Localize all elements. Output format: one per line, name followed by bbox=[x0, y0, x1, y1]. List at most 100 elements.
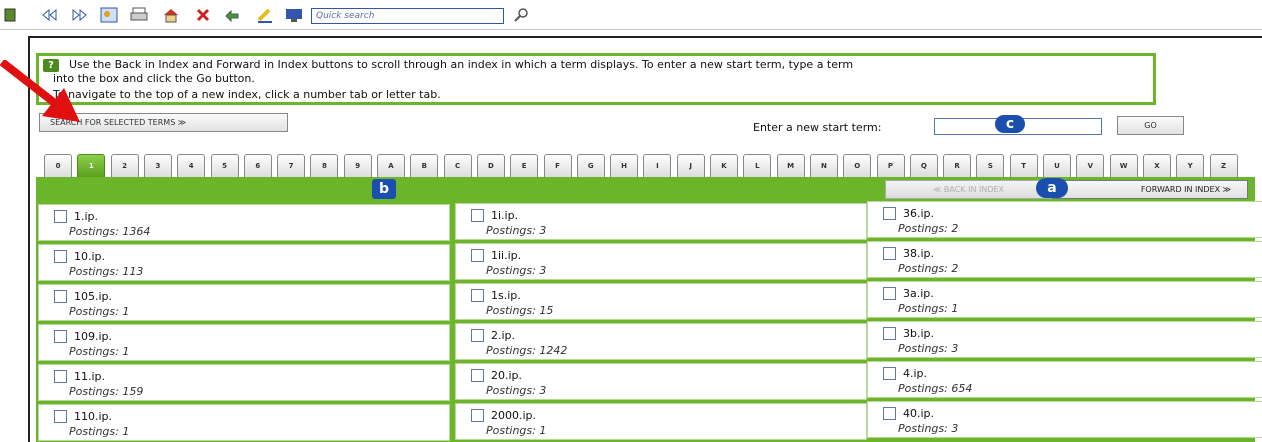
list-item: 20.ip. Postings: 3 bbox=[455, 363, 867, 400]
term-label: 105.ip. bbox=[74, 290, 113, 303]
tab-g[interactable]: G bbox=[576, 154, 605, 177]
tab-f[interactable]: F bbox=[543, 154, 572, 177]
tab-5[interactable]: 5 bbox=[210, 154, 239, 177]
term-checkbox[interactable] bbox=[54, 250, 67, 263]
list-item: 38.ip. Postings: 2 bbox=[867, 241, 1262, 278]
help-box: ? Use the Back in Index and Forward in I… bbox=[36, 53, 1156, 105]
term-label: 2000.ip. bbox=[491, 409, 537, 422]
term-label: 11.ip. bbox=[74, 370, 106, 383]
list-item: 40.ip. Postings: 3 bbox=[867, 401, 1262, 438]
postings-count: Postings: 1 bbox=[69, 305, 130, 318]
list-item: 109.ip. Postings: 1 bbox=[38, 324, 450, 361]
tab-j[interactable]: J bbox=[676, 154, 705, 177]
go-button[interactable]: GO bbox=[1117, 116, 1184, 135]
tab-1[interactable]: 1 bbox=[77, 154, 106, 177]
tab-k[interactable]: K bbox=[710, 154, 738, 177]
search-go-icon[interactable] bbox=[512, 6, 532, 24]
term-checkbox[interactable] bbox=[54, 290, 67, 303]
list-item: 1ii.ip. Postings: 3 bbox=[455, 243, 867, 280]
postings-count: Postings: 3 bbox=[898, 422, 959, 435]
first-icon[interactable] bbox=[39, 6, 59, 24]
tab-x[interactable]: X bbox=[1142, 154, 1171, 177]
tab-r[interactable]: R bbox=[943, 154, 972, 177]
postings-count: Postings: 3 bbox=[486, 224, 547, 237]
term-checkbox[interactable] bbox=[471, 209, 484, 222]
close-icon[interactable] bbox=[193, 6, 213, 24]
tab-6[interactable]: 6 bbox=[243, 154, 272, 177]
tab-b[interactable]: B bbox=[410, 154, 439, 177]
term-checkbox[interactable] bbox=[54, 410, 67, 423]
term-checkbox[interactable] bbox=[883, 367, 896, 380]
term-label: 3b.ip. bbox=[903, 327, 935, 340]
postings-count: Postings: 15 bbox=[486, 304, 554, 317]
print-icon[interactable] bbox=[129, 6, 149, 24]
list-item: 11.ip. Postings: 159 bbox=[38, 364, 450, 401]
tab-3[interactable]: 3 bbox=[143, 154, 172, 177]
quick-search-input[interactable] bbox=[311, 8, 504, 24]
postings-count: Postings: 3 bbox=[898, 342, 959, 355]
postings-count: Postings: 1 bbox=[486, 424, 547, 437]
term-checkbox[interactable] bbox=[883, 207, 896, 220]
tab-n[interactable]: N bbox=[809, 154, 838, 177]
tab-2[interactable]: 2 bbox=[110, 154, 139, 177]
tab-7[interactable]: 7 bbox=[277, 154, 306, 177]
marker-a: a bbox=[1036, 178, 1068, 198]
forward-icon[interactable] bbox=[70, 6, 90, 24]
term-checkbox[interactable] bbox=[471, 329, 484, 342]
back-in-index-button[interactable]: ≪ BACK IN INDEX bbox=[885, 180, 1052, 199]
term-checkbox[interactable] bbox=[883, 327, 896, 340]
highlight-icon[interactable] bbox=[255, 6, 275, 24]
list-item: 3a.ip. Postings: 1 bbox=[867, 281, 1262, 318]
postings-count: Postings: 159 bbox=[69, 385, 144, 398]
forward-in-index-button[interactable]: FORWARD IN INDEX ≫ bbox=[1052, 180, 1248, 199]
toolbar bbox=[0, 0, 1262, 30]
tab-m[interactable]: M bbox=[776, 154, 805, 177]
postings-count: Postings: 3 bbox=[486, 264, 547, 277]
list-item: 2.ip. Postings: 1242 bbox=[455, 323, 867, 360]
tab-a[interactable]: A bbox=[377, 154, 405, 177]
tab-w[interactable]: W bbox=[1109, 154, 1138, 177]
view-icon[interactable] bbox=[99, 6, 119, 24]
term-checkbox[interactable] bbox=[54, 210, 67, 223]
tab-p[interactable]: P bbox=[876, 154, 905, 177]
term-label: 36.ip. bbox=[903, 207, 935, 220]
tab-o[interactable]: O bbox=[843, 154, 872, 177]
tab-h[interactable]: H bbox=[610, 154, 639, 177]
term-checkbox[interactable] bbox=[883, 407, 896, 420]
marker-c: c bbox=[995, 115, 1025, 133]
tab-4[interactable]: 4 bbox=[177, 154, 206, 177]
tab-y[interactable]: Y bbox=[1176, 154, 1205, 177]
tab-e[interactable]: E bbox=[510, 154, 539, 177]
postings-count: Postings: 113 bbox=[69, 265, 144, 278]
postings-count: Postings: 1364 bbox=[69, 225, 151, 238]
tab-d[interactable]: D bbox=[476, 154, 505, 177]
tab-u[interactable]: U bbox=[1043, 154, 1071, 177]
term-label: 1i.ip. bbox=[491, 209, 519, 222]
list-item: 1i.ip. Postings: 3 bbox=[455, 203, 867, 240]
term-checkbox[interactable] bbox=[883, 247, 896, 260]
term-checkbox[interactable] bbox=[471, 249, 484, 262]
term-checkbox[interactable] bbox=[54, 370, 67, 383]
term-checkbox[interactable] bbox=[54, 330, 67, 343]
home-icon[interactable] bbox=[161, 6, 181, 24]
panel-icon[interactable] bbox=[0, 6, 20, 24]
tab-l[interactable]: L bbox=[743, 154, 772, 177]
tab-v[interactable]: V bbox=[1076, 154, 1105, 177]
term-checkbox[interactable] bbox=[471, 289, 484, 302]
term-checkbox[interactable] bbox=[471, 409, 484, 422]
tab-8[interactable]: 8 bbox=[310, 154, 339, 177]
tab-q[interactable]: Q bbox=[909, 154, 938, 177]
term-checkbox[interactable] bbox=[883, 287, 896, 300]
tab-c[interactable]: C bbox=[443, 154, 472, 177]
tab-s[interactable]: S bbox=[976, 154, 1005, 177]
tab-i[interactable]: I bbox=[643, 154, 672, 177]
tab-9[interactable]: 9 bbox=[343, 154, 372, 177]
tab-z[interactable]: Z bbox=[1209, 154, 1238, 177]
tab-t[interactable]: T bbox=[1009, 154, 1038, 177]
term-label: 10.ip. bbox=[74, 250, 106, 263]
term-checkbox[interactable] bbox=[471, 369, 484, 382]
term-label: 40.ip. bbox=[903, 407, 935, 420]
refresh-icon[interactable] bbox=[222, 6, 242, 24]
monitor-icon[interactable] bbox=[284, 6, 304, 24]
tab-0[interactable]: 0 bbox=[44, 154, 72, 177]
